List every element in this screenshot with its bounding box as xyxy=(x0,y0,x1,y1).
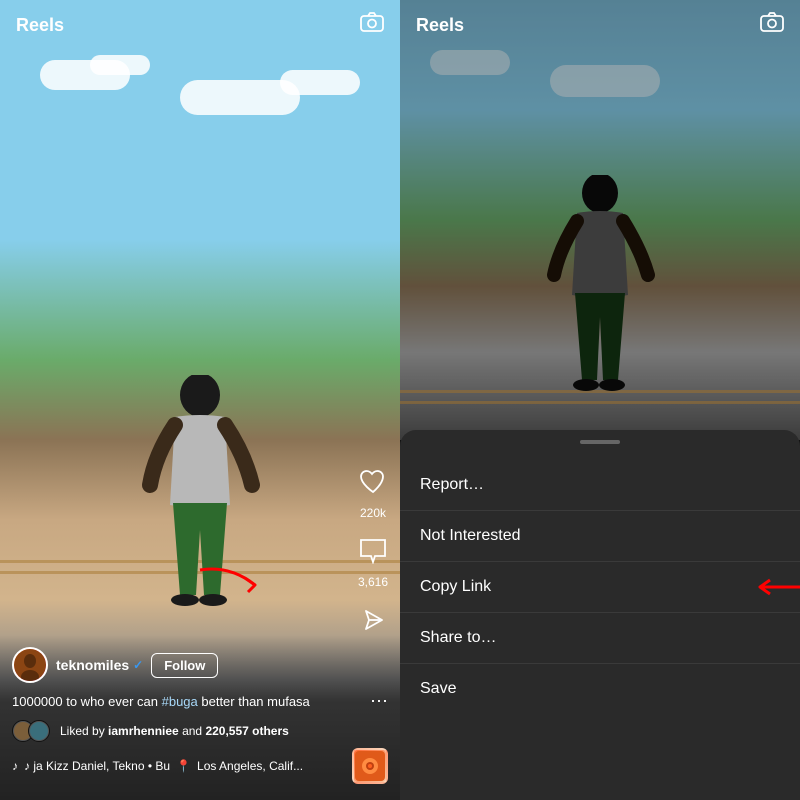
location-text: Los Angeles, Calif... xyxy=(197,759,303,773)
avatar xyxy=(12,647,48,683)
comment-count: 3,616 xyxy=(358,575,388,589)
left-panel: Reels 220k 3,616 xyxy=(0,0,400,800)
camera-icon-left[interactable] xyxy=(360,12,384,38)
header-right: Reels xyxy=(400,0,800,50)
like-button[interactable]: 220k xyxy=(359,469,387,520)
like-avatar-2 xyxy=(28,720,50,742)
like-count: 220k xyxy=(360,506,386,520)
cloud-4 xyxy=(280,70,360,95)
bottom-sheet: Report… Not Interested Copy Link Share t… xyxy=(400,430,800,800)
follow-button[interactable]: Follow xyxy=(151,653,218,678)
sheet-handle xyxy=(580,440,620,444)
music-thumbnail xyxy=(352,748,388,784)
more-options-button[interactable]: ⋯ xyxy=(370,691,388,712)
music-text: ♪ ja Kizz Daniel, Tekno • Bu xyxy=(24,759,170,773)
heart-icon xyxy=(359,469,387,502)
bottom-overlay: teknomiles ✓ Follow 1000000 to who ever … xyxy=(0,635,400,800)
music-info: ♪ ♪ ja Kizz Daniel, Tekno • Bu 📍 Los Ang… xyxy=(12,759,303,773)
cloud-right-2 xyxy=(550,65,660,97)
camera-icon-right[interactable] xyxy=(760,12,784,38)
like-avatars xyxy=(12,720,44,742)
cloud-right-1 xyxy=(430,50,510,75)
person-silhouette-right xyxy=(545,175,655,430)
left-header-title: Reels xyxy=(16,15,64,36)
sheet-item-share-to[interactable]: Share to… xyxy=(400,613,800,664)
comment-icon xyxy=(359,538,387,571)
comment-button[interactable]: 3,616 xyxy=(358,538,388,589)
action-buttons: 220k 3,616 xyxy=(358,469,388,640)
username: teknomiles ✓ xyxy=(56,657,143,673)
sheet-item-save[interactable]: Save xyxy=(400,664,800,714)
music-note-icon: ♪ xyxy=(12,759,18,773)
sheet-item-not-interested[interactable]: Not Interested xyxy=(400,511,800,562)
likes-row: Liked by iamrhenniee and 220,557 others xyxy=(12,720,388,742)
cloud-2 xyxy=(90,55,150,75)
header-left: Reels xyxy=(0,0,400,50)
right-header-title: Reels xyxy=(416,15,464,36)
caption-row: 1000000 to who ever can #buga better tha… xyxy=(12,691,388,712)
location-pin-icon: 📍 xyxy=(176,759,191,773)
hashtag: #buga xyxy=(162,694,198,709)
red-arrow-right xyxy=(750,572,800,602)
sheet-item-report[interactable]: Report… xyxy=(400,460,800,511)
music-row: ♪ ♪ ja Kizz Daniel, Tekno • Bu 📍 Los Ang… xyxy=(12,748,388,784)
person-silhouette-left xyxy=(140,375,260,650)
likes-text: Liked by iamrhenniee and 220,557 others xyxy=(60,724,289,738)
red-arrow-left xyxy=(190,560,270,605)
user-row: teknomiles ✓ Follow xyxy=(12,647,388,683)
right-panel: Reels Report… Not Interested Copy Link xyxy=(400,0,800,800)
sheet-item-copy-link[interactable]: Copy Link xyxy=(400,562,800,613)
caption-text: 1000000 to who ever can #buga better tha… xyxy=(12,694,342,709)
verified-badge: ✓ xyxy=(133,658,143,672)
